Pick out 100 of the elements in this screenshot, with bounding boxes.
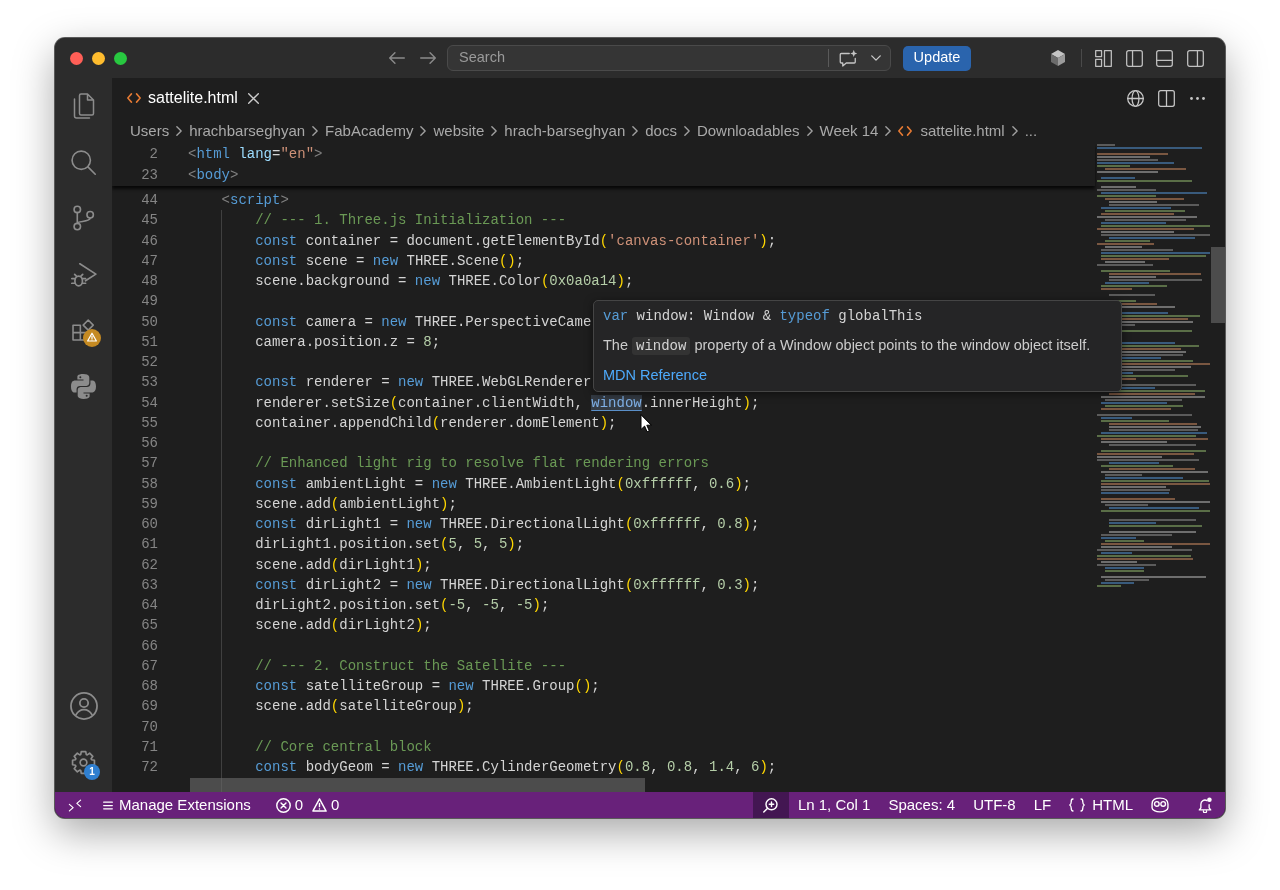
- breadcrumb-item[interactable]: Users: [130, 119, 170, 143]
- breadcrumb-item[interactable]: hrach-barseghyan: [504, 119, 626, 143]
- line-number: 64: [140, 596, 158, 615]
- breadcrumb-item[interactable]: hrachbarseghyan: [189, 119, 306, 143]
- mdn-reference-link[interactable]: MDN Reference: [603, 365, 707, 387]
- cube-icon[interactable]: [1051, 50, 1065, 66]
- line-number: 55: [140, 413, 158, 433]
- line-number: 46: [140, 231, 158, 251]
- line-number: 45: [140, 211, 158, 231]
- code-line: camera.position.z = 8;: [255, 332, 441, 352]
- zoom-button[interactable]: [752, 792, 789, 818]
- code-line: const container = document.getElementById('canvas-container');: [255, 231, 777, 251]
- chevrons-icon[interactable]: [68, 798, 82, 812]
- line-number: 56: [140, 434, 158, 453]
- status-bar-item[interactable]: LF: [1024, 792, 1061, 818]
- code-line: scene.background = new THREE.Color(0x0a0a14);: [255, 272, 634, 291]
- back-arrow-icon[interactable]: [389, 52, 405, 64]
- minimap[interactable]: [1097, 144, 1210, 589]
- breadcrumb-item[interactable]: website: [433, 119, 485, 143]
- notification-badge: 1: [84, 764, 100, 780]
- code-line: const dirLight1 = new THREE.DirectionalLight(0xffffff, 0.8);: [255, 515, 760, 534]
- search-field[interactable]: Search: [459, 47, 828, 69]
- line-number: 65: [140, 616, 158, 636]
- code-line: <script>: [221, 191, 289, 210]
- chevron-right-icon: [806, 126, 813, 136]
- chat-sparkle-icon[interactable]: [839, 49, 858, 67]
- forward-arrow-icon[interactable]: [420, 52, 436, 64]
- breadcrumb-item[interactable]: FabAcademy: [325, 119, 414, 143]
- bell-icon[interactable]: [1198, 797, 1212, 813]
- window-minimize-icon[interactable]: [92, 51, 105, 65]
- layout-icon[interactable]: [1095, 49, 1112, 67]
- line-number: 57: [140, 454, 158, 474]
- code-line: scene.add(dirLight1);: [255, 555, 432, 575]
- code-line: scene.add(satelliteGroup);: [255, 697, 474, 717]
- breadcrumb-item[interactable]: Downloadables: [696, 119, 800, 143]
- branch-icon[interactable]: [72, 205, 95, 231]
- files-icon[interactable]: [72, 93, 95, 119]
- code-line: // --- 2. Construct the Satellite ---: [255, 656, 567, 676]
- update-button[interactable]: Update: [903, 45, 971, 71]
- warning-badge-icon: [83, 329, 101, 347]
- chevron-right-icon: [312, 126, 319, 136]
- scrollbar-thumb[interactable]: [1211, 247, 1225, 323]
- code-line: const ambientLight = new THREE.AmbientLight(0xffffff, 0.6);: [255, 474, 751, 494]
- code-line: const renderer = new THREE.WebGLRenderer: [255, 373, 592, 393]
- bottom-panel-icon[interactable]: [1156, 49, 1173, 67]
- line-number: 52: [140, 353, 158, 372]
- command-center[interactable]: Search: [447, 45, 891, 71]
- python-icon[interactable]: [71, 373, 96, 399]
- status-bar-item[interactable]: Ln 1, Col 1: [788, 792, 880, 818]
- goggles-face-icon[interactable]: [1151, 797, 1169, 813]
- hover-description: The window property of a Window object points to the window object itself.: [603, 336, 1091, 357]
- line-number: 72: [140, 758, 158, 777]
- breadcrumb-item[interactable]: Week 14: [819, 119, 879, 143]
- line-number: 69: [140, 697, 158, 717]
- account-icon[interactable]: [69, 692, 98, 720]
- caret-down-icon[interactable]: [871, 55, 881, 61]
- manage-extensions-button[interactable]: Manage Extensions: [95, 792, 259, 818]
- code-line: const camera = new THREE.PerspectiveCame: [255, 312, 592, 332]
- right-sidebar-icon[interactable]: [1187, 49, 1204, 67]
- chevron-right-icon: [683, 126, 690, 136]
- code-line: dirLight2.position.set(-5, -5, -5);: [255, 596, 550, 615]
- line-number: 71: [140, 737, 158, 757]
- error-icon: [275, 797, 291, 813]
- chevron-right-icon: [1011, 126, 1018, 136]
- window-close-icon[interactable]: [70, 51, 83, 65]
- code-line: // Enhanced light rig to resolve flat rendering errors: [255, 454, 709, 474]
- line-number: 67: [140, 656, 158, 676]
- code-line: renderer.setSize(container.clientWidth, window.innerHeight);: [255, 393, 760, 413]
- code-line: <html lang="en">: [188, 145, 323, 164]
- problems-button[interactable]: 0 0: [266, 792, 349, 818]
- settings-icon[interactable]: [71, 749, 96, 775]
- breadcrumb-item[interactable]: docs: [645, 119, 677, 143]
- horizontal-scrollbar-thumb[interactable]: [190, 778, 645, 792]
- mouse-pointer-icon: [640, 414, 652, 433]
- left-sidebar-icon[interactable]: [1126, 49, 1143, 67]
- code-line: const bodyGeom = new THREE.CylinderGeometry(0.8, 0.8, 1.4, 6);: [255, 758, 777, 777]
- line-number: 50: [140, 312, 158, 332]
- more-icon[interactable]: [1190, 96, 1205, 100]
- globe-icon[interactable]: [1127, 89, 1144, 107]
- list-icon: [103, 800, 113, 810]
- status-bar-item[interactable]: UTF-8: [964, 792, 1025, 818]
- line-number: 70: [140, 717, 158, 737]
- chevron-right-icon: [420, 126, 427, 136]
- status-bar-item[interactable]: Spaces: 4: [879, 792, 965, 818]
- breadcrumb-item[interactable]: sattelite.html: [898, 119, 1005, 143]
- window-maximize-icon[interactable]: [114, 51, 127, 65]
- close-icon[interactable]: [247, 92, 259, 104]
- line-number: 58: [140, 474, 158, 494]
- breadcrumb-item[interactable]: ...: [1024, 119, 1038, 143]
- language-mode-button[interactable]: HTML: [1060, 792, 1142, 818]
- line-number: 66: [140, 636, 158, 656]
- code-line: scene.add(ambientLight);: [255, 494, 457, 514]
- line-number: 23: [140, 166, 158, 185]
- chevron-right-icon: [885, 126, 892, 136]
- search-icon[interactable]: [71, 149, 96, 175]
- code-line: const dirLight2 = new THREE.DirectionalLight(0xffffff, 0.3);: [255, 575, 760, 595]
- line-number: 68: [140, 677, 158, 696]
- extensions-icon[interactable]: [72, 319, 95, 341]
- split-editor-icon[interactable]: [1158, 89, 1175, 107]
- play-bug-icon[interactable]: [70, 261, 97, 287]
